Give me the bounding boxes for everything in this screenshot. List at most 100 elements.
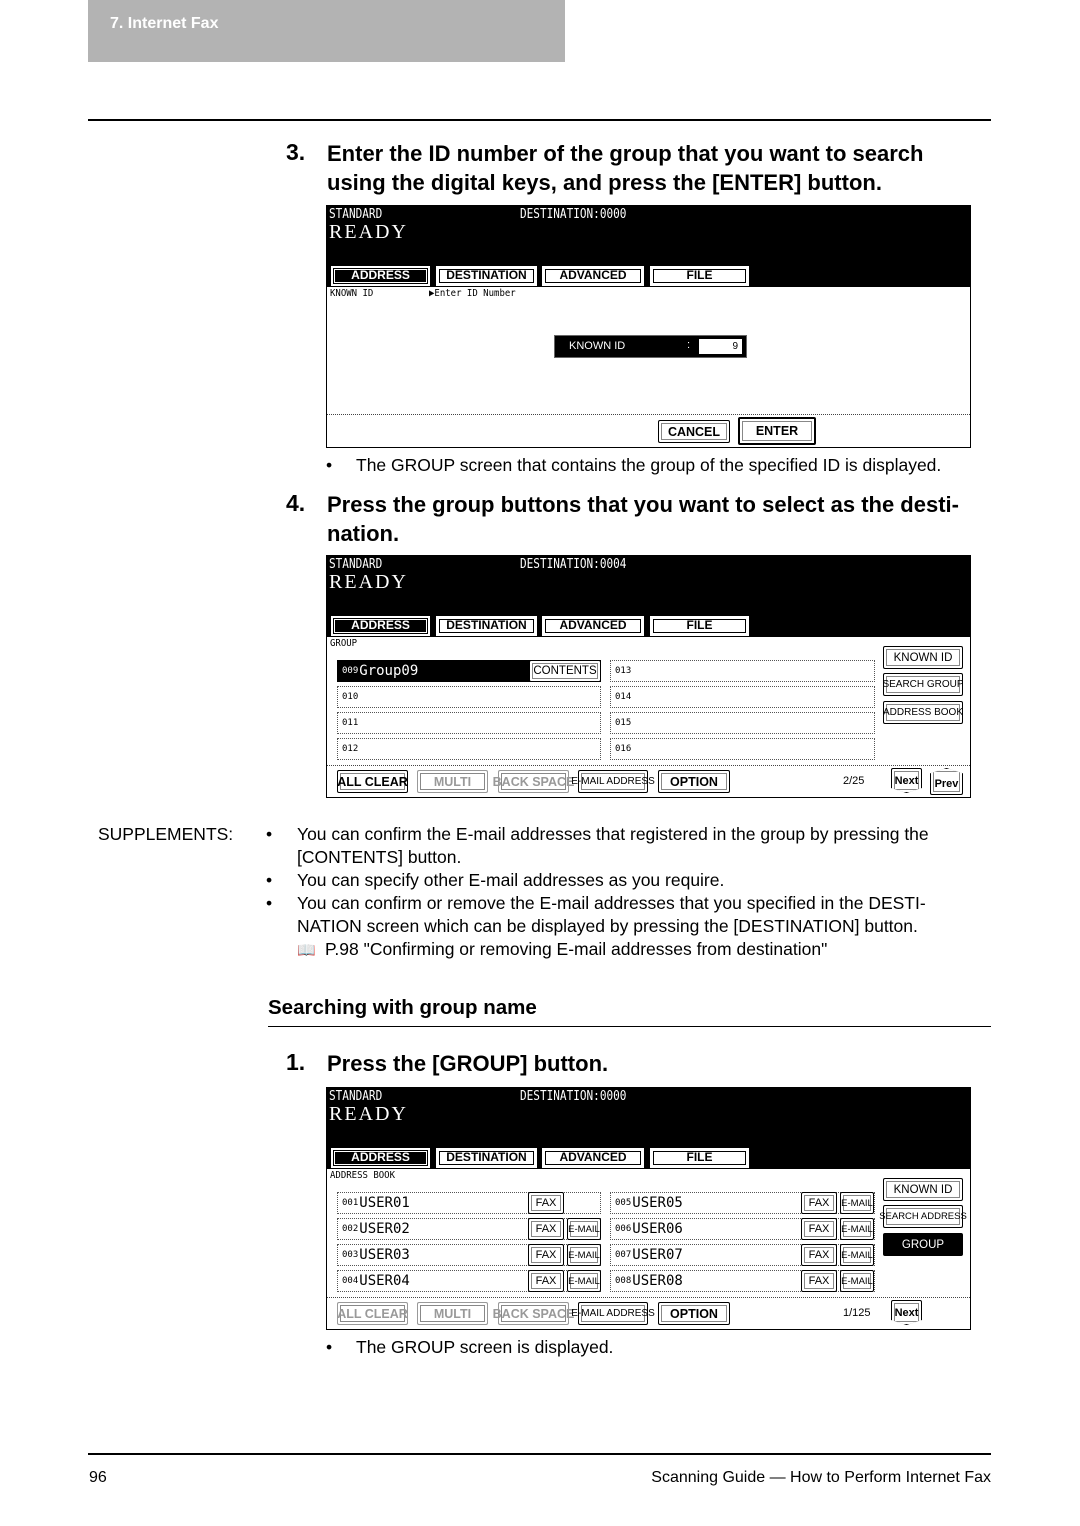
side-group-button[interactable]: GROUP (883, 1233, 963, 1256)
fax-button[interactable]: FAX (801, 1270, 837, 1292)
entry-name: USER08 (632, 1273, 683, 1289)
next-button[interactable]: Next (891, 1300, 922, 1325)
entry-id: 009 (342, 666, 359, 676)
entry-name: USER03 (359, 1247, 410, 1263)
tab-file[interactable]: FILE (650, 616, 749, 636)
entry-id: 014 (615, 692, 632, 702)
footer-title: Scanning Guide — How to Perform Internet… (651, 1469, 991, 1486)
entry-id: 002 (342, 1224, 359, 1234)
top-rule (88, 119, 991, 121)
entry-id: 006 (615, 1224, 632, 1234)
cancel-button[interactable]: CANCEL (658, 420, 730, 443)
multi-button[interactable]: MULTI (417, 1302, 488, 1325)
step-note: The GROUP screen that contains the group… (356, 455, 942, 475)
screen-sub-label: GROUP (330, 638, 358, 649)
entry-id: 005 (615, 1198, 632, 1208)
entry-id: 011 (342, 718, 359, 728)
supplement-line: You can confirm the E-mail addresses tha… (297, 824, 929, 844)
side-search-address-button[interactable]: SEARCH ADDRESS (879, 1205, 967, 1228)
prev-button[interactable]: Prev (930, 768, 963, 795)
mode-label: STANDARD (329, 1089, 383, 1104)
entry-name: USER06 (632, 1221, 683, 1237)
fax-button[interactable]: FAX (801, 1218, 837, 1240)
supplement-line: NATION screen which can be displayed by … (297, 916, 918, 936)
tab-advanced[interactable]: ADVANCED (542, 266, 644, 286)
group-screen: STANDARD DESTINATION:0004 READY ADDRESS DEST… (326, 555, 971, 798)
known-id-field[interactable]: KNOWN ID:9 (554, 335, 747, 358)
step-number: 1. (286, 1049, 306, 1075)
fax-button[interactable]: FAX (528, 1244, 564, 1266)
screen-sub-label: KNOWN ID (330, 288, 374, 299)
option-button[interactable]: OPTION (658, 770, 730, 793)
option-button[interactable]: OPTION (658, 1302, 730, 1325)
side-known-id-button[interactable]: KNOWN ID (883, 646, 963, 669)
email-button[interactable]: E-MAIL (840, 1218, 874, 1240)
chapter-header: 7. Internet Fax (88, 0, 565, 62)
email-button[interactable]: E-MAIL (840, 1270, 874, 1292)
list-item[interactable]: 015 (610, 712, 875, 734)
back-space-button[interactable]: BACK SPACE (493, 770, 574, 793)
page-indicator: 1/125 (843, 1307, 871, 1319)
address-book-screen: STANDARD DESTINATION:0000 READY ADDRESS DEST… (326, 1087, 971, 1330)
list-item[interactable]: 014 (610, 686, 875, 708)
fax-button[interactable]: FAX (801, 1244, 837, 1266)
entry-id: 013 (615, 666, 632, 676)
tab-file[interactable]: FILE (650, 266, 749, 286)
reference-link[interactable]: P.98 "Confirming or removing E-mail addr… (325, 938, 827, 961)
e-mail-address-button[interactable]: E-MAIL ADDRESS (571, 770, 655, 793)
entry-id: 004 (342, 1276, 359, 1286)
step-title-line: Press the group buttons that you want to… (327, 492, 959, 517)
back-space-button[interactable]: BACK SPACE (493, 1302, 574, 1325)
step-title-line: using the digital keys, and press the [E… (327, 170, 882, 195)
tab-address[interactable]: ADDRESS (331, 616, 430, 636)
tab-destination[interactable]: DESTINATION (436, 266, 537, 286)
chapter-title: 7. Internet Fax (110, 15, 219, 32)
input-prompt: ▶Enter ID Number (429, 288, 516, 299)
next-button[interactable]: Next (891, 768, 922, 793)
tab-destination[interactable]: DESTINATION (436, 1148, 537, 1168)
list-item[interactable]: 013 (610, 660, 875, 682)
email-button[interactable]: E-MAIL (567, 1270, 601, 1292)
bullet: • (266, 870, 273, 890)
status-text: READY (329, 571, 408, 593)
mode-label: STANDARD (329, 557, 383, 572)
all-clear-button[interactable]: ALL CLEAR (337, 1302, 408, 1325)
all-clear-button[interactable]: ALL CLEAR (337, 770, 408, 793)
tab-address[interactable]: ADDRESS (331, 1148, 430, 1168)
list-item[interactable]: 010 (337, 686, 601, 708)
bullet: • (266, 824, 273, 844)
entry-name: USER01 (359, 1195, 410, 1211)
destination-count: DESTINATION:0000 (520, 207, 627, 222)
fax-button[interactable]: FAX (528, 1192, 564, 1214)
page-number: 96 (89, 1469, 107, 1486)
list-item[interactable]: 016 (610, 738, 875, 760)
email-button[interactable]: E-MAIL (840, 1192, 874, 1214)
fax-button[interactable]: FAX (528, 1218, 564, 1240)
email-button[interactable]: E-MAIL (840, 1244, 874, 1266)
mode-label: STANDARD (329, 207, 383, 222)
side-known-id-button[interactable]: KNOWN ID (883, 1178, 963, 1201)
multi-button[interactable]: MULTI (417, 770, 488, 793)
e-mail-address-button[interactable]: E-MAIL ADDRESS (571, 1302, 655, 1325)
email-button[interactable]: E-MAIL (567, 1218, 601, 1240)
known-id-value[interactable]: 9 (699, 339, 742, 354)
list-item[interactable]: 011 (337, 712, 601, 734)
fax-button[interactable]: FAX (528, 1270, 564, 1292)
email-button[interactable]: E-MAIL (567, 1244, 601, 1266)
enter-button[interactable]: ENTER (738, 417, 816, 445)
step-title: Press the [GROUP] button. (327, 1051, 609, 1076)
tab-address[interactable]: ADDRESS (331, 266, 430, 286)
tab-destination[interactable]: DESTINATION (436, 616, 537, 636)
fax-button[interactable]: FAX (801, 1192, 837, 1214)
tab-advanced[interactable]: ADVANCED (542, 616, 644, 636)
list-item[interactable]: 012 (337, 738, 601, 760)
side-address-book-button[interactable]: ADDRESS BOOK (883, 701, 963, 724)
divider (327, 1297, 970, 1298)
entry-id: 008 (615, 1276, 632, 1286)
entry-name: USER07 (632, 1247, 683, 1263)
bullet: • (266, 893, 273, 913)
contents-button[interactable]: CONTENTS (529, 660, 601, 682)
side-search-group-button[interactable]: SEARCH GROUP (882, 673, 964, 696)
tab-advanced[interactable]: ADVANCED (542, 1148, 644, 1168)
tab-file[interactable]: FILE (650, 1148, 749, 1168)
